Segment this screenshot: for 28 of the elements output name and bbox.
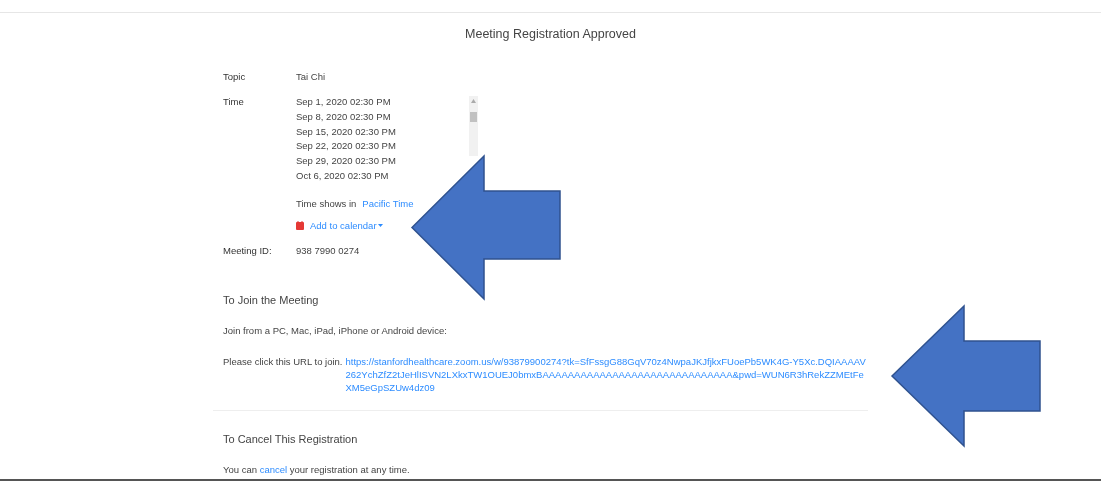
meeting-time: Sep 15, 2020 02:30 PM bbox=[296, 125, 397, 137]
device-note: Join from a PC, Mac, iPad, iPhone or Android device: bbox=[223, 324, 448, 337]
section-heading: To Cancel This Registration bbox=[223, 433, 359, 445]
scrollbar[interactable] bbox=[469, 96, 478, 156]
field-label: Topic bbox=[223, 71, 247, 82]
meeting-time: Sep 1, 2020 02:30 PM bbox=[296, 96, 392, 107]
caret-icon[interactable] bbox=[377, 224, 383, 227]
page-title: Meeting Registration Approved bbox=[465, 27, 636, 41]
calendar-icon bbox=[296, 221, 304, 230]
section-heading: To Join the Meeting bbox=[223, 294, 320, 306]
join-prompt: Please click this URL to join. bbox=[223, 355, 343, 369]
meeting-time: Sep 8, 2020 02:30 PM bbox=[296, 110, 392, 122]
cancel-link[interactable]: cancel bbox=[259, 464, 288, 475]
timezone-link[interactable]: Pacific Time bbox=[362, 198, 414, 209]
field-value: 938 7990 0274 bbox=[296, 245, 360, 256]
timezone-label: Time shows in bbox=[296, 198, 357, 209]
scroll-up-icon[interactable] bbox=[471, 99, 476, 103]
field-label: Time bbox=[223, 96, 245, 109]
field-value: Tai Chi bbox=[296, 71, 326, 82]
add-to-calendar-link[interactable]: Add to calendar bbox=[310, 220, 377, 231]
join-url-link[interactable]: https://stanfordhealthcare.zoom.us/w/93879900274?tk=SfFssgG88GqV70z4NwpaJKJfjkxFUoePb5WK4G-Y5Xc.DQIAAAAV262YchZfZ2tJeHlISVN2LXkxTW1OUEJ0bmxBAAAAAAAAAAAAAAAAAAAAAAAAAAAAAA&pwd=WUN6R3hRekZZMEtFeXM5eGpSZUw4dz09 bbox=[345, 355, 868, 394]
cancel-text: You can bbox=[223, 464, 257, 475]
field-label: Meeting ID: bbox=[223, 245, 273, 256]
meeting-time: Sep 29, 2020 02:30 PM bbox=[296, 155, 397, 167]
cancel-text: your registration at any time. bbox=[289, 464, 410, 475]
meeting-time: Oct 6, 2020 02:30 PM bbox=[296, 170, 390, 181]
meeting-time: Sep 22, 2020 02:30 PM bbox=[296, 140, 397, 152]
scroll-thumb[interactable] bbox=[470, 112, 477, 122]
